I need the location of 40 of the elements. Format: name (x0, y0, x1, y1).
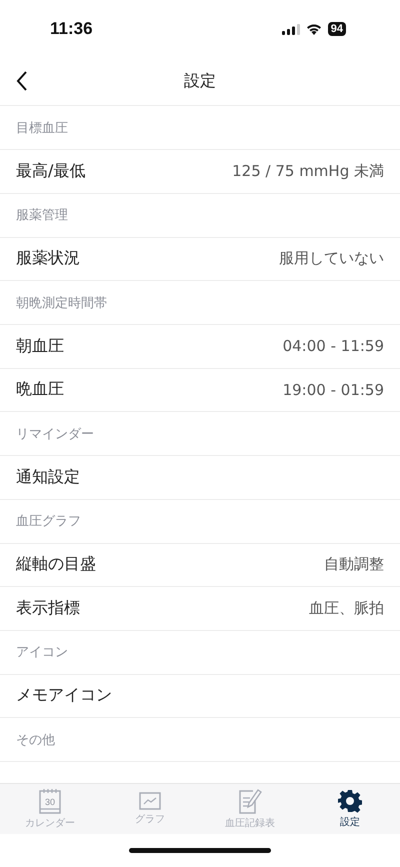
row-label: 服薬状況 (16, 248, 80, 270)
section-header: アイコン (16, 644, 68, 661)
row-value: 125 / 75 mmHg 未満 (232, 162, 384, 181)
section-header: その他 (16, 732, 55, 748)
wifi-icon (306, 23, 322, 35)
back-icon[interactable] (16, 71, 28, 91)
signal-icon (282, 24, 300, 34)
calendar-icon: 30 (39, 788, 61, 814)
settings-row[interactable]: 表示指標 血圧、脈拍 (0, 587, 400, 630)
row-label: 朝血圧 (16, 336, 64, 357)
settings-row[interactable]: メモアイコン (0, 674, 400, 718)
row-label: 晩血圧 (16, 379, 64, 400)
settings-row[interactable]: 晩血圧 19:00 - 01:59 (0, 368, 400, 412)
row-value: 血圧、脈拍 (309, 598, 384, 618)
row-value: 服用していない (279, 249, 384, 268)
row-label: 通知設定 (16, 466, 80, 488)
row-label: 表示指標 (16, 598, 80, 619)
settings-row[interactable]: 最高/最低 125 / 75 mmHg 未満 (0, 150, 400, 194)
page-title: 設定 (184, 71, 216, 92)
row-label: メモアイコン (16, 685, 112, 706)
row-value: 04:00 - 11:59 (282, 337, 384, 356)
notepad-pencil-icon (238, 788, 262, 814)
settings-row[interactable]: 通知設定 (0, 456, 400, 500)
row-label: 最高/最低 (16, 160, 86, 182)
status-time: 11:36 (50, 19, 93, 39)
section-header: 服薬管理 (16, 207, 68, 224)
settings-icon (338, 789, 362, 813)
section-header: リマインダー (16, 426, 94, 442)
section-header: 目標血圧 (16, 120, 68, 136)
battery-level: 94 (328, 22, 346, 36)
row-value: 自動調整 (324, 555, 384, 574)
row-value: 19:00 - 01:59 (282, 380, 384, 399)
section-header: 朝晩測定時間帯 (16, 294, 107, 312)
settings-row[interactable]: 朝血圧 04:00 - 11:59 (0, 325, 400, 368)
settings-row[interactable]: 縦軸の目盛 自動調整 (0, 544, 400, 587)
settings-row[interactable]: 服薬状況 服用していない (0, 238, 400, 281)
row-label: 縦軸の目盛 (16, 554, 96, 576)
tab-item[interactable]: 設定 (300, 784, 400, 834)
chart-icon (139, 792, 161, 810)
section-header: 血圧グラフ (16, 513, 81, 530)
